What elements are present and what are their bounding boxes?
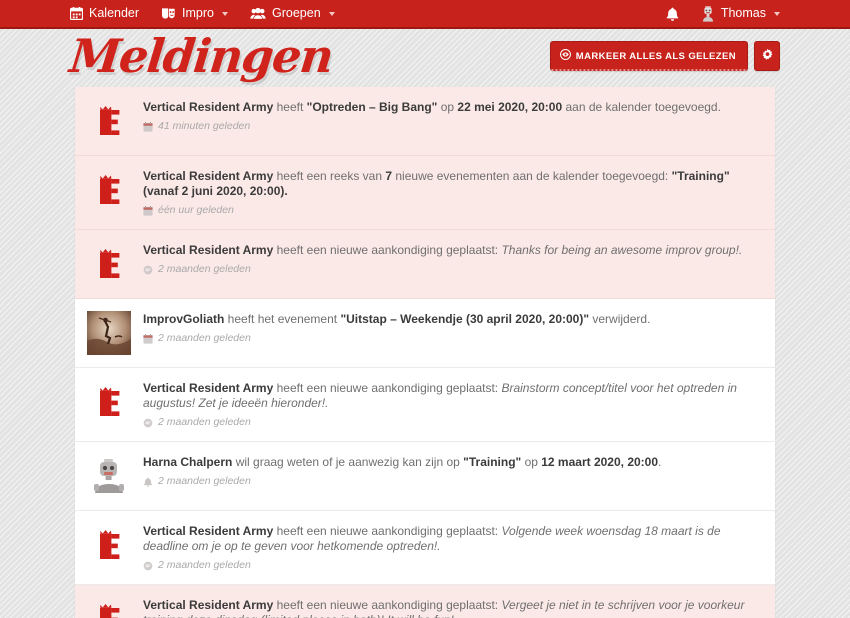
nav-item-label: Impro [182,6,214,21]
meta-label: 41 minuten geleden [158,120,251,132]
page-header: Meldingen MARKEER ALLES ALS GELEZEN [0,29,850,87]
vertical-resident-army-logo [87,597,131,618]
user-menu-thomas[interactable]: Thomas [701,5,780,22]
actor-name: Vertical Resident Army [143,243,274,257]
meta-label: 2 maanden geleden [158,559,251,571]
notification-text: Vertical Resident Army heeft een reeks v… [143,169,730,198]
notifications-list: Vertical Resident Army heeft "Optreden –… [75,87,775,618]
notification-body: Vertical Resident Army heeft een nieuwe … [143,242,761,276]
comment-icon [143,418,153,428]
navbar-right-group: Thomas [666,5,780,22]
actor-name: Vertical Resident Army [143,100,274,114]
page-title: Meldingen [67,29,335,83]
notification-meta: 2 maanden geleden [143,332,761,345]
bell-icon [666,7,679,21]
gear-icon [761,48,774,64]
notification-body: Vertical Resident Army heeft een nieuwe … [143,597,761,618]
users-icon [250,7,266,20]
vertical-resident-army-logo [87,168,131,212]
notification-meta: één uur geleden [143,204,761,217]
nav-item-kalender[interactable]: Kalender [70,7,139,20]
notification-meta: 2 maanden geleden [143,416,761,429]
meta-label: 2 maanden geleden [158,475,251,487]
calendar-icon [143,333,153,344]
notification-text: Vertical Resident Army heeft "Optreden –… [143,100,721,114]
meta-label: 2 maanden geleden [158,416,251,428]
calendar-icon [143,121,153,132]
notification-row[interactable]: Vertical Resident Army heeft een nieuwe … [75,230,775,299]
notification-meta: 2 maanden geleden [143,475,761,488]
actor-name: Vertical Resident Army [143,598,274,612]
avatar-icon [701,5,715,22]
notification-text: Vertical Resident Army heeft een nieuwe … [143,243,743,257]
chevron-down-icon [222,11,228,16]
navbar-left-group: Kalender Impro Groepen [70,7,335,20]
notification-meta: 2 maanden geleden [143,263,761,276]
mark-all-read-button[interactable]: MARKEER ALLES ALS GELEZEN [549,41,748,71]
notification-row[interactable]: Vertical Resident Army heeft een nieuwe … [75,585,775,618]
vertical-resident-army-logo [87,523,131,567]
actor-name: Vertical Resident Army [143,169,274,183]
notification-text: Vertical Resident Army heeft een nieuwe … [143,598,745,618]
notification-row[interactable]: Vertical Resident Army heeft een nieuwe … [75,511,775,585]
bell-icon [143,477,153,487]
vertical-resident-army-logo [87,380,131,424]
meta-label: één uur geleden [158,204,234,216]
notification-meta: 2 maanden geleden [143,559,761,572]
nav-item-impro[interactable]: Impro [161,7,228,20]
vertical-resident-army-logo [87,99,131,143]
actor-name: Vertical Resident Army [143,524,274,538]
notification-meta: 41 minuten geleden [143,120,761,133]
notifications-bell-button[interactable] [666,7,679,21]
comment-icon [143,561,153,571]
chevron-down-icon [328,11,335,16]
settings-button[interactable] [754,41,780,71]
actor-name: ImprovGoliath [143,312,225,326]
header-actions: MARKEER ALLES ALS GELEZEN [549,41,780,71]
calendar-icon [70,7,83,20]
top-navbar: Kalender Impro Groepen Thomas [0,0,850,29]
notification-row[interactable]: Vertical Resident Army heeft een nieuwe … [75,368,775,442]
chevron-down-icon [774,11,780,16]
notification-text: ImprovGoliath heeft het evenement "Uitst… [143,312,651,326]
robot-avatar [87,454,131,498]
notification-body: Harna Chalpern wil graag weten of je aan… [143,454,761,488]
mark-all-read-label: MARKEER ALLES ALS GELEZEN [575,50,736,62]
nav-item-label: Kalender [89,6,140,21]
notification-row[interactable]: Vertical Resident Army heeft "Optreden –… [75,87,775,156]
notification-row[interactable]: Harna Chalpern wil graag weten of je aan… [75,442,775,511]
actor-name: Harna Chalpern [143,455,233,469]
masks-icon [161,7,176,20]
notification-text: Harna Chalpern wil graag weten of je aan… [143,455,662,469]
nav-item-groepen[interactable]: Groepen [250,7,335,20]
notification-body: Vertical Resident Army heeft "Optreden –… [143,99,761,133]
eye-icon [559,49,571,63]
notification-row[interactable]: ImprovGoliath heeft het evenement "Uitst… [75,299,775,368]
meta-label: 2 maanden geleden [158,263,251,275]
notification-body: ImprovGoliath heeft het evenement "Uitst… [143,311,761,345]
comment-icon [143,265,153,275]
calendar-icon [143,205,153,216]
actor-name: Vertical Resident Army [143,381,274,395]
meta-label: 2 maanden geleden [158,332,251,344]
notification-body: Vertical Resident Army heeft een nieuwe … [143,380,761,429]
improvgoliath-painting [87,311,131,355]
notification-text: Vertical Resident Army heeft een nieuwe … [143,381,737,410]
notification-row[interactable]: Vertical Resident Army heeft een reeks v… [75,156,775,230]
nav-item-label: Groepen [272,6,321,21]
notification-body: Vertical Resident Army heeft een nieuwe … [143,523,761,572]
notification-text: Vertical Resident Army heeft een nieuwe … [143,524,721,553]
vertical-resident-army-logo [87,242,131,286]
user-menu-label: Thomas [720,6,766,21]
notification-body: Vertical Resident Army heeft een reeks v… [143,168,761,217]
